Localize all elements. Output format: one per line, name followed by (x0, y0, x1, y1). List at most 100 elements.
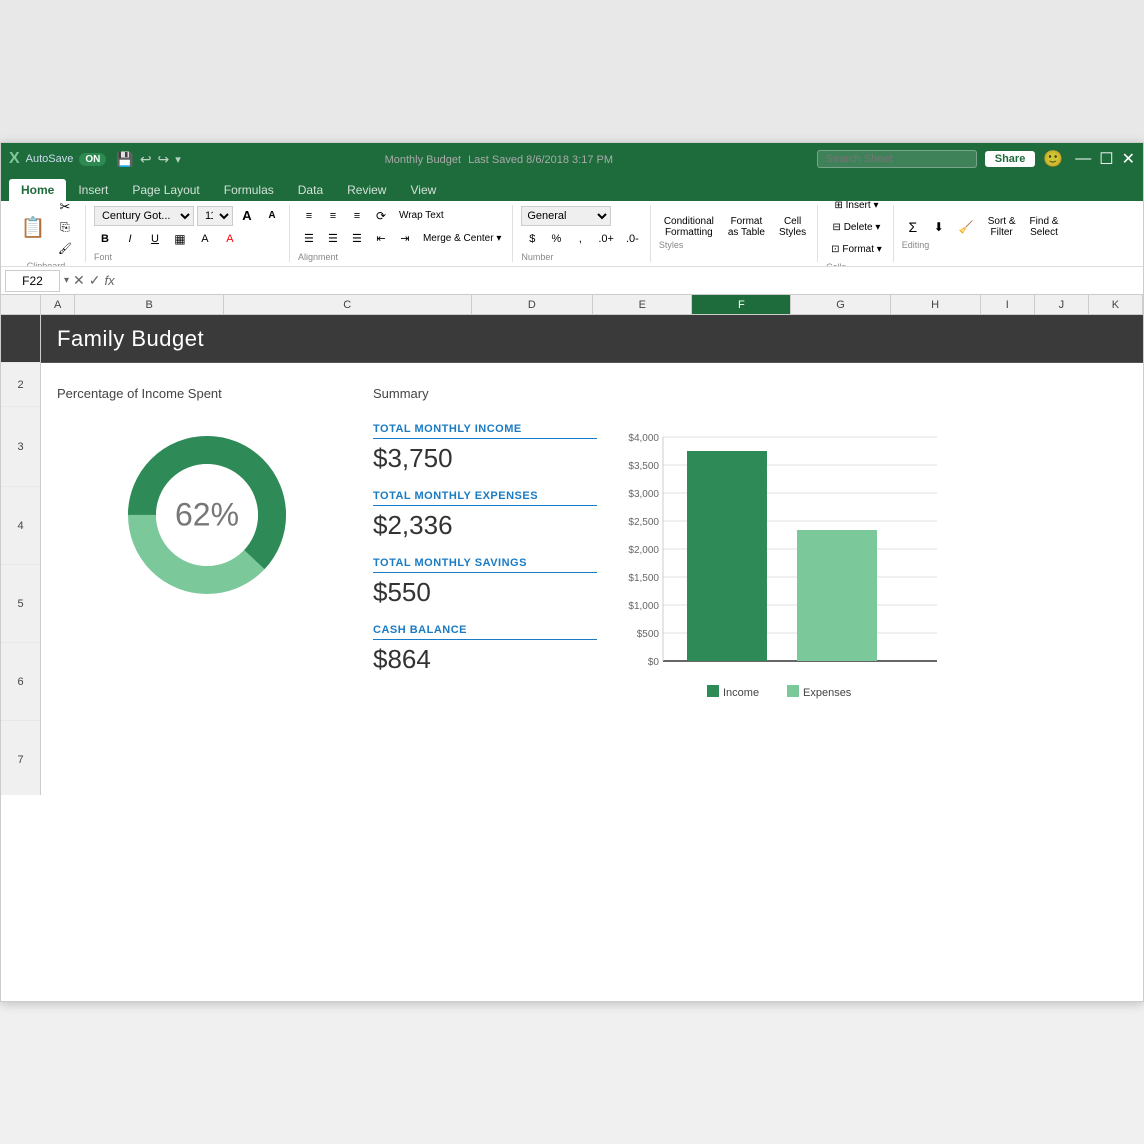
col-header-f[interactable]: F (692, 295, 791, 314)
decimal-increase-button[interactable]: .0+ (593, 229, 619, 249)
tab-formulas[interactable]: Formulas (212, 179, 286, 201)
percent-button[interactable]: % (545, 229, 567, 249)
paste-button[interactable]: 📋 (15, 210, 51, 246)
autosave-toggle[interactable]: ON (79, 153, 106, 166)
orientation-button[interactable]: ⟳ (370, 206, 392, 226)
merge-center-button[interactable]: Merge & Center ▾ (418, 229, 506, 249)
clipboard-group: 📋 ✂ ⎘ 🖌 Clipboard (7, 205, 86, 262)
row2-middle: Summary (373, 371, 597, 415)
align-top-right-button[interactable]: ≡ (346, 206, 368, 226)
increase-font-button[interactable]: A (236, 206, 258, 226)
comma-button[interactable]: , (569, 229, 591, 249)
ribbon-toolbar: 📋 ✂ ⎘ 🖌 Clipboard Century Got... 11 A A (1, 201, 1143, 267)
find-select-button[interactable]: Find &Select (1025, 217, 1064, 237)
main-content: Percentage of Income Spent (41, 363, 1143, 736)
format-as-table-button[interactable]: Formatas Table (723, 217, 770, 237)
tab-page-layout[interactable]: Page Layout (120, 179, 211, 201)
row-numbers: 1 2 3 4 5 6 7 8 9 10 11 (1, 315, 41, 795)
col-header-i[interactable]: I (981, 295, 1035, 314)
col-header-c[interactable]: C (224, 295, 472, 314)
row-num-5[interactable]: 5 (1, 565, 40, 643)
row-num-6[interactable]: 6 (1, 643, 40, 721)
tab-data[interactable]: Data (286, 179, 335, 201)
decimal-decrease-button[interactable]: .0- (621, 229, 644, 249)
font-color-button[interactable]: A (219, 229, 241, 249)
align-center-button[interactable]: ☰ (322, 229, 344, 249)
underline-button[interactable]: U (144, 229, 166, 249)
row-num-3[interactable]: 3 (1, 407, 40, 487)
cell-styles-button[interactable]: CellStyles (774, 217, 811, 237)
fill-button[interactable]: ⬇ (928, 217, 950, 237)
sheet-area: A B C D E F G H I J K 1 2 3 4 5 6 7 8 (1, 295, 1143, 995)
formula-input[interactable] (119, 272, 1139, 290)
formula-fx-icon[interactable]: fx (105, 273, 115, 288)
col-header-k[interactable]: K (1089, 295, 1143, 314)
col-header-h[interactable]: H (891, 295, 981, 314)
font-row1: Century Got... 11 A A (94, 206, 283, 226)
donut-chart: 62% (117, 425, 297, 605)
format-painter-button[interactable]: 🖌 (53, 239, 77, 259)
align-left-button[interactable]: ☰ (298, 229, 320, 249)
format-button[interactable]: ⊡ Format ▾ (826, 239, 887, 259)
decrease-font-button[interactable]: A (261, 206, 283, 226)
col-header-d[interactable]: D (472, 295, 594, 314)
formula-bar: ▾ ✕ ✓ fx (1, 267, 1143, 295)
save-icon[interactable]: 💾 (116, 151, 133, 168)
cut-button[interactable]: ✂ (53, 201, 77, 217)
wrap-text-button[interactable]: Wrap Text (394, 206, 449, 226)
col-header-e[interactable]: E (593, 295, 692, 314)
search-sheet-input[interactable] (817, 150, 977, 168)
align-right-button[interactable]: ☰ (346, 229, 368, 249)
minimize-icon[interactable]: — (1075, 150, 1091, 168)
alignment-group: ≡ ≡ ≡ ⟳ Wrap Text ☰ ☰ ☰ ⇤ ⇥ Merge & Cent… (292, 205, 513, 262)
ribbon-tabs: Home Insert Page Layout Formulas Data Re… (1, 175, 1143, 201)
sort-filter-button[interactable]: Sort &Filter (983, 217, 1021, 237)
align-top-center-button[interactable]: ≡ (322, 206, 344, 226)
conditional-formatting-button[interactable]: ConditionalFormatting (659, 217, 719, 237)
row-num-7[interactable]: 7 (1, 721, 40, 795)
autosum-button[interactable]: Σ (902, 217, 924, 237)
number-format-select[interactable]: General (521, 206, 611, 226)
currency-button[interactable]: $ (521, 229, 543, 249)
indent-increase-button[interactable]: ⇥ (394, 229, 416, 249)
bold-button[interactable]: B (94, 229, 116, 249)
tab-view[interactable]: View (398, 179, 448, 201)
formula-cancel-icon[interactable]: ✕ (73, 272, 85, 289)
border-button[interactable]: ▦ (169, 229, 191, 249)
redo-icon[interactable]: ↪ (158, 151, 170, 168)
tab-review[interactable]: Review (335, 179, 398, 201)
clear-button[interactable]: 🧹 (954, 217, 979, 237)
name-box[interactable] (5, 270, 60, 292)
delete-button[interactable]: ⊟ Delete ▾ (826, 217, 887, 237)
align-top-left-button[interactable]: ≡ (298, 206, 320, 226)
insert-button[interactable]: ⊞ Insert ▾ (826, 201, 887, 215)
copy-button[interactable]: ⎘ (53, 218, 77, 238)
formula-confirm-icon[interactable]: ✓ (89, 272, 101, 289)
row-num-2[interactable]: 2 (1, 363, 40, 407)
col-header-g[interactable]: G (791, 295, 890, 314)
spreadsheet-title: Family Budget (57, 326, 204, 352)
row-num-4[interactable]: 4 (1, 487, 40, 565)
col-header-b[interactable]: B (75, 295, 224, 314)
italic-button[interactable]: I (119, 229, 141, 249)
close-icon[interactable]: ✕ (1122, 149, 1135, 169)
tab-home[interactable]: Home (9, 179, 66, 201)
row-num-1[interactable]: 1 (1, 315, 40, 363)
expenses-bar (797, 530, 877, 661)
title-bar-left: X AutoSave ON 💾 ↩ ↪ ▾ (9, 150, 181, 168)
right-section: $4,000 $3,500 $3,000 $2,500 $2,000 $1,50… (597, 371, 1127, 728)
share-button[interactable]: Share (985, 151, 1036, 167)
font-family-select[interactable]: Century Got... (94, 206, 194, 226)
svg-text:$1,000: $1,000 (628, 601, 659, 612)
indent-decrease-button[interactable]: ⇤ (370, 229, 392, 249)
fill-color-button[interactable]: A (194, 229, 216, 249)
col-header-j[interactable]: J (1035, 295, 1089, 314)
formula-expand-icon[interactable]: ▾ (64, 275, 69, 286)
col-header-a[interactable]: A (41, 295, 75, 314)
tab-insert[interactable]: Insert (66, 179, 120, 201)
maximize-icon[interactable]: ☐ (1099, 149, 1113, 169)
undo-icon[interactable]: ↩ (140, 151, 152, 168)
expenses-legend-dot (787, 685, 799, 697)
font-size-select[interactable]: 11 (197, 206, 233, 226)
svg-text:$500: $500 (637, 629, 660, 640)
